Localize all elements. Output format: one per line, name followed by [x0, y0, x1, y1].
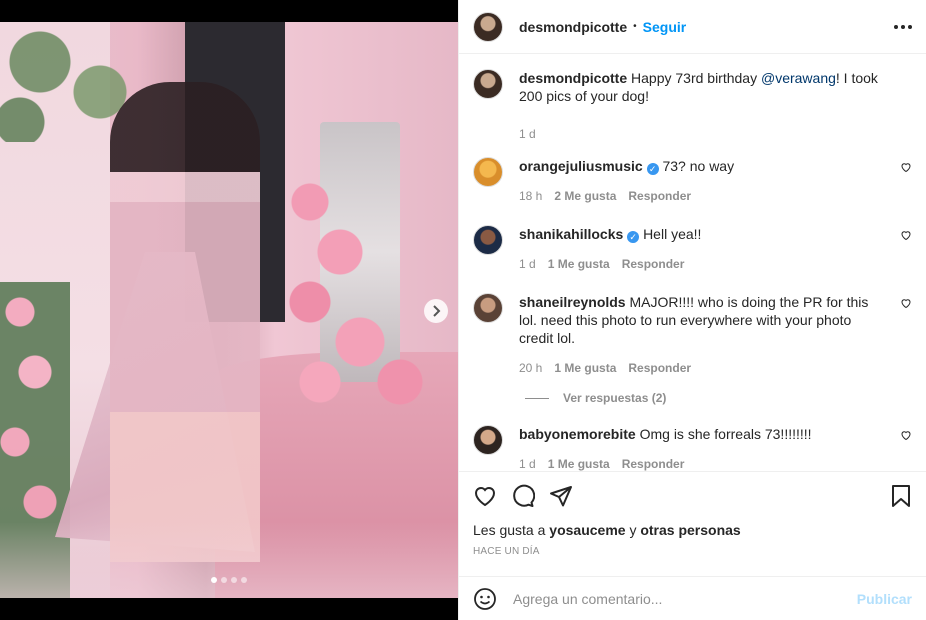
replies-divider	[525, 397, 549, 399]
photo-person	[110, 82, 260, 582]
emoji-smiley-icon[interactable]	[473, 587, 497, 611]
comment-item: orangejuliusmusic ✓ 73? no way 18 h 2 Me…	[473, 157, 912, 205]
comment-likes[interactable]: 1 Me gusta	[548, 255, 610, 273]
comment-time: 18 h	[519, 189, 543, 203]
comment-username[interactable]: shanikahillocks	[519, 226, 623, 242]
post-actions: Les gusta a yosauceme y otras personas H…	[459, 471, 926, 557]
like-comment-heart-icon[interactable]	[900, 161, 912, 173]
comment-avatar[interactable]	[473, 157, 503, 187]
bookmark-icon[interactable]	[890, 484, 912, 508]
likes-mid: y	[625, 522, 641, 538]
caption-mention[interactable]: @verawang	[761, 70, 836, 86]
chevron-right-icon	[433, 305, 441, 317]
comment-item: babyonemorebite Omg is she forreals 73!!…	[473, 425, 912, 471]
reply-button[interactable]: Responder	[622, 255, 685, 273]
carousel-dot	[211, 577, 217, 583]
comment-text: 73? no way	[662, 158, 735, 174]
comments-list: desmondpicotte Happy 73rd birthday @vera…	[459, 55, 926, 471]
likes-user-link[interactable]: yosauceme	[549, 522, 625, 538]
comment-text: Hell yea!!	[643, 226, 702, 242]
more-options-icon[interactable]	[894, 24, 912, 29]
like-heart-icon[interactable]	[473, 484, 497, 508]
comment-item: shaneilreynolds MAJOR!!!! who is doing t…	[473, 293, 912, 377]
caption-text: Happy 73rd birthday	[627, 70, 761, 86]
comment-avatar[interactable]	[473, 425, 503, 455]
likes-summary: Les gusta a yosauceme y otras personas	[473, 522, 912, 538]
carousel-dot	[231, 577, 237, 583]
carousel-dots	[211, 577, 247, 583]
verified-icon: ✓	[627, 231, 640, 243]
share-paper-plane-icon[interactable]	[549, 484, 573, 508]
view-replies-label: Ver respuestas (2)	[563, 391, 667, 405]
author-username[interactable]: desmondpicotte	[519, 19, 627, 35]
comment-avatar[interactable]	[473, 225, 503, 255]
reply-button[interactable]: Responder	[628, 359, 691, 377]
carousel-next-button[interactable]	[424, 299, 448, 323]
photo-roses	[270, 172, 440, 432]
comment-likes[interactable]: 1 Me gusta	[548, 455, 610, 471]
publish-button[interactable]: Publicar	[857, 591, 912, 607]
likes-others-link[interactable]: otras personas	[640, 522, 740, 538]
comment-likes[interactable]: 1 Me gusta	[554, 359, 616, 377]
like-comment-heart-icon[interactable]	[900, 297, 912, 309]
comment-time: 1 d	[519, 257, 536, 271]
verified-icon: ✓	[646, 163, 659, 175]
comment-username[interactable]: orangejuliusmusic	[519, 158, 643, 174]
instagram-post-modal: desmondpicotte • Seguir desmondpicotte H…	[0, 0, 926, 620]
comment-username[interactable]: babyonemorebite	[519, 426, 636, 442]
view-replies-button[interactable]: Ver respuestas (2)	[525, 391, 912, 405]
post-side-panel: desmondpicotte • Seguir desmondpicotte H…	[458, 0, 926, 620]
author-avatar[interactable]	[473, 11, 503, 42]
post-header: desmondpicotte • Seguir	[459, 0, 926, 54]
post-media	[0, 0, 458, 620]
comment-avatar[interactable]	[473, 293, 503, 323]
comment-text: Omg is she forreals 73!!!!!!!!	[639, 426, 812, 442]
likes-prefix: Les gusta a	[473, 522, 550, 538]
reply-button[interactable]: Responder	[628, 187, 691, 205]
header-separator: •	[633, 21, 637, 32]
caption: desmondpicotte Happy 73rd birthday @vera…	[473, 69, 912, 143]
add-comment-bar: Publicar	[459, 576, 926, 620]
reply-button[interactable]: Responder	[622, 455, 685, 471]
comment-input[interactable]	[513, 590, 857, 607]
post-photo[interactable]	[0, 22, 458, 598]
carousel-dot	[221, 577, 227, 583]
like-comment-heart-icon[interactable]	[900, 229, 912, 241]
comment-likes[interactable]: 2 Me gusta	[554, 187, 616, 205]
comment-time: 20 h	[519, 361, 543, 375]
caption-username[interactable]: desmondpicotte	[519, 70, 627, 86]
caption-avatar[interactable]	[473, 69, 503, 99]
caption-time: 1 d	[519, 127, 536, 141]
photo-floor	[0, 522, 458, 598]
comment-bubble-icon[interactable]	[511, 484, 535, 508]
carousel-dot	[241, 577, 247, 583]
comment-item: shanikahillocks ✓ Hell yea!! 1 d 1 Me gu…	[473, 225, 912, 273]
comment-username[interactable]: shaneilreynolds	[519, 294, 626, 310]
follow-button[interactable]: Seguir	[643, 19, 687, 35]
like-comment-heart-icon[interactable]	[900, 429, 912, 441]
post-timestamp: HACE UN DÍA	[473, 546, 540, 557]
comment-time: 1 d	[519, 457, 536, 471]
